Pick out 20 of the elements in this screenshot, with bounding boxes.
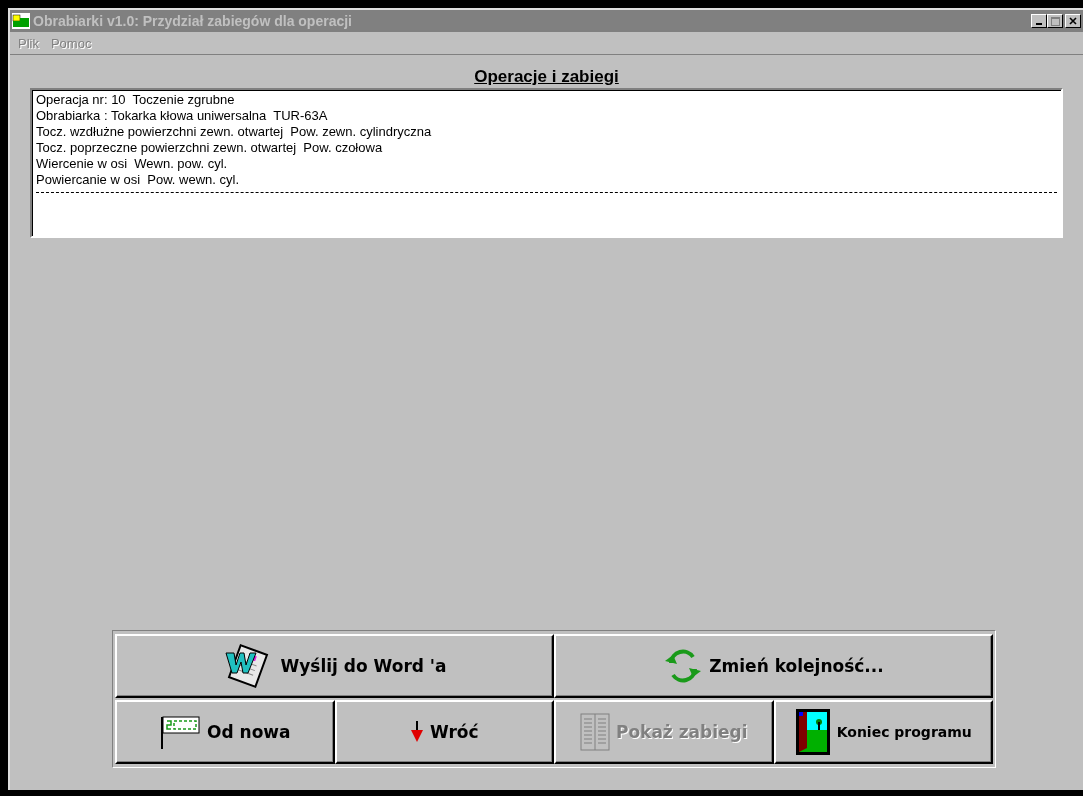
door-icon bbox=[794, 708, 831, 756]
section-heading: Operacje i zabiegi bbox=[473, 67, 620, 87]
close-icon bbox=[1069, 17, 1077, 25]
flag-icon bbox=[159, 714, 201, 750]
list-icon bbox=[579, 713, 610, 751]
maximize-icon bbox=[1050, 16, 1060, 26]
list-line: Wiercenie w osi Wewn. pow. cyl. bbox=[36, 156, 229, 172]
action-button[interactable]: Wyślij do Word 'a bbox=[115, 634, 554, 698]
list-line: Obrabiarka : Tokarka kłowa uniwersalna TUR-63A bbox=[36, 108, 329, 124]
app-icon bbox=[12, 13, 30, 29]
action-button[interactable]: Wróć bbox=[334, 700, 554, 764]
list-line: Operacja nr: 10 Toczenie zgrubne bbox=[36, 92, 236, 108]
action-button[interactable]: Koniec programu bbox=[773, 700, 993, 764]
down-arrow-icon bbox=[409, 720, 424, 744]
window-title: Obrabiarki v1.0: Przydział zabiegów dla operacji bbox=[33, 13, 353, 29]
action-button[interactable]: Od nowa bbox=[115, 700, 335, 764]
action-button[interactable]: Zmień kolejność... bbox=[554, 634, 993, 698]
list-line: Tocz. wzdłużne powierzchni zewn. otwartej Pow. zewn. cylindryczna bbox=[36, 124, 433, 140]
list-line: Tocz. poprzeczne powierzchni zewn. otwartej Pow. czołowa bbox=[36, 140, 384, 156]
list-line: Powiercanie w osi Pow. wewn. cyl. bbox=[36, 172, 241, 188]
